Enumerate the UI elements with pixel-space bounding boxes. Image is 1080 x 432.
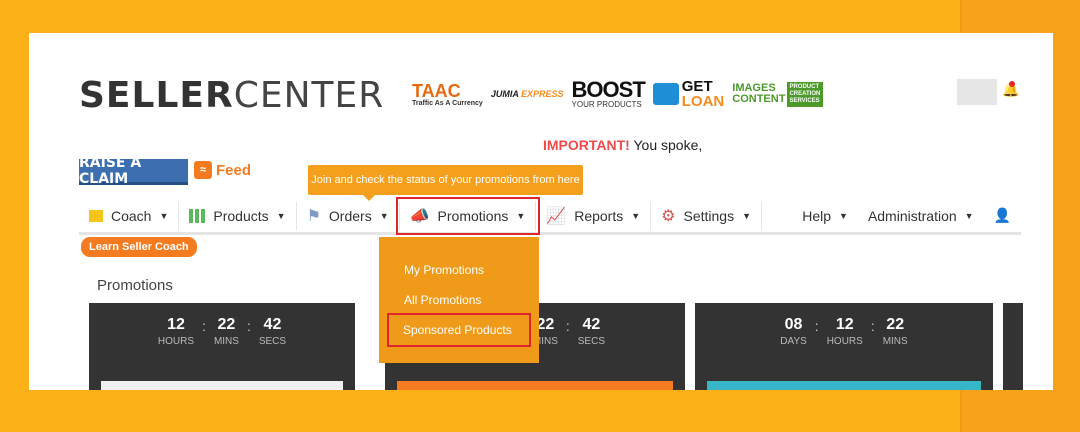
timer-value: 22 bbox=[536, 316, 555, 333]
loan-top-text: GET bbox=[681, 78, 713, 95]
timer-label: HOURS bbox=[157, 336, 195, 347]
nav-products-label: Products bbox=[213, 207, 269, 224]
nav-item-settings[interactable]: ⚙ Settings ▼ bbox=[651, 201, 763, 230]
get-loan-banner[interactable]: GET LOAN bbox=[652, 78, 725, 110]
nav-promotions-label: Promotions bbox=[437, 207, 509, 224]
timer-label: DAYS bbox=[780, 336, 807, 347]
nav-reports-label: Reports bbox=[574, 207, 624, 224]
important-notice[interactable]: IMPORTANT! You spoke, bbox=[543, 137, 702, 153]
nav-coach-label: Coach bbox=[111, 207, 152, 224]
jumia-express-banner[interactable]: JUMIA EXPRESS bbox=[490, 88, 564, 99]
partner-banners: TAAC Traffic As A Currency JUMIA EXPRESS… bbox=[412, 77, 824, 110]
promotion-card[interactable]: 08 DAYS : 12 HOURS : 22 MINS bbox=[695, 303, 993, 390]
images-bottom-text: CONTENT bbox=[732, 93, 786, 105]
timer-separator: : bbox=[814, 318, 819, 334]
user-alert-icon: 👤 bbox=[993, 207, 1011, 223]
promotion-card-partial[interactable] bbox=[1003, 303, 1023, 390]
product-creation-box: PRODUCT CREATION SERVICES bbox=[787, 81, 824, 107]
chart-icon: 📈 bbox=[546, 207, 567, 225]
nav-item-promotions[interactable]: 📣 Promotions ▼ bbox=[395, 196, 541, 235]
notice-text: You spoke, bbox=[629, 137, 703, 153]
boost-subtitle: YOUR PRODUCTS bbox=[571, 100, 642, 109]
dropdown-item-my-promotions[interactable]: My Promotions bbox=[379, 255, 539, 285]
feed-link[interactable]: ≈ Feed bbox=[194, 161, 251, 179]
chevron-down-icon: ▼ bbox=[159, 210, 169, 221]
boost-banner[interactable]: BOOST YOUR PRODUCTS bbox=[571, 77, 646, 109]
chevron-down-icon: ▼ bbox=[742, 210, 752, 221]
loan-bottom-text: LOAN bbox=[681, 93, 725, 110]
gear-icon: ⚙ bbox=[661, 207, 676, 225]
chevron-down-icon: ▼ bbox=[964, 210, 974, 221]
timer-value: 22 bbox=[217, 316, 236, 333]
nav-orders-label: Orders bbox=[328, 207, 372, 224]
timer-value: 42 bbox=[582, 316, 601, 333]
taac-banner[interactable]: TAAC Traffic As A Currency bbox=[412, 82, 483, 107]
timer-value: 12 bbox=[835, 316, 854, 333]
timer-label: HOURS bbox=[826, 336, 863, 347]
timer-label: MINS bbox=[213, 336, 239, 347]
notification-dot bbox=[1009, 81, 1015, 87]
feed-label: Feed bbox=[216, 161, 252, 179]
loan-icon bbox=[652, 83, 679, 105]
avatar[interactable] bbox=[957, 79, 997, 105]
images-content-banner[interactable]: IMAGES CONTENT PRODUCT CREATION SERVICES bbox=[732, 81, 824, 107]
learn-seller-coach-button[interactable]: Learn Seller Coach bbox=[81, 237, 197, 257]
timer-separator: : bbox=[565, 318, 570, 334]
timer-label: MINS bbox=[882, 336, 908, 347]
chevron-down-icon: ▼ bbox=[276, 210, 286, 221]
timer-separator: : bbox=[870, 318, 875, 334]
boost-title: BOOST bbox=[571, 77, 646, 102]
nav-item-coach[interactable]: Coach ▼ bbox=[79, 201, 180, 230]
nav-settings-label: Settings bbox=[683, 207, 735, 224]
timer-value: 08 bbox=[784, 316, 803, 333]
promotions-tooltip: Join and check the status of your promot… bbox=[308, 165, 583, 201]
dropdown-item-all-promotions[interactable]: All Promotions bbox=[379, 285, 539, 315]
promotion-banner bbox=[397, 381, 673, 390]
seller-center-logo[interactable]: SELLERCENTER bbox=[79, 75, 384, 116]
chevron-down-icon: ▼ bbox=[516, 210, 526, 221]
timer-value: 42 bbox=[263, 316, 282, 333]
main-nav: Coach ▼ Products ▼ ⚑ Orders ▼ 📣 Promotio… bbox=[79, 196, 1021, 235]
nav-administration-label: Administration bbox=[867, 207, 957, 224]
nav-right: Help ▼ Administration ▼ 👤 bbox=[792, 202, 1021, 230]
timer-separator: : bbox=[246, 318, 251, 334]
nav-item-products[interactable]: Products ▼ bbox=[179, 201, 297, 230]
nav-item-reports[interactable]: 📈 Reports ▼ bbox=[536, 201, 652, 230]
taac-title: TAAC bbox=[412, 80, 461, 101]
express-text: EXPRESS bbox=[521, 88, 564, 99]
promotions-dropdown: My Promotions All Promotions Sponsored P… bbox=[379, 237, 539, 363]
grid-icon bbox=[189, 208, 206, 223]
nav-item-orders[interactable]: ⚑ Orders ▼ bbox=[297, 201, 400, 230]
nav-item-user-alert[interactable]: 👤 bbox=[984, 202, 1021, 230]
promotion-banner bbox=[101, 381, 343, 390]
rss-icon: ≈ bbox=[194, 161, 212, 179]
page-title: Promotions bbox=[97, 277, 173, 294]
logo-light-text: CENTER bbox=[233, 75, 385, 116]
important-label: IMPORTANT! bbox=[543, 137, 630, 153]
nav-item-help[interactable]: Help ▼ bbox=[792, 202, 858, 230]
taac-subtitle: Traffic As A Currency bbox=[412, 99, 483, 107]
timer-label: SECS bbox=[258, 336, 287, 347]
timer-value: 22 bbox=[886, 316, 905, 333]
raise-claim-button[interactable]: RAISE A CLAIM bbox=[79, 155, 188, 187]
nav-item-administration[interactable]: Administration ▼ bbox=[858, 202, 984, 230]
timer-label: SECS bbox=[577, 336, 605, 347]
timer-value: 12 bbox=[167, 316, 185, 333]
tag-icon: ⚑ bbox=[306, 207, 321, 225]
megaphone-icon: 📣 bbox=[409, 207, 430, 225]
coach-icon bbox=[89, 209, 103, 222]
promotion-card[interactable]: 12 HOURS : 22 MINS : 42 SECS bbox=[89, 303, 355, 390]
dropdown-item-sponsored-products[interactable]: Sponsored Products bbox=[387, 313, 531, 347]
nav-help-label: Help bbox=[802, 207, 832, 224]
jumia-text: JUMIA bbox=[490, 88, 519, 99]
chevron-down-icon: ▼ bbox=[839, 210, 848, 221]
seller-center-window: SELLERCENTER TAAC Traffic As A Currency … bbox=[29, 33, 1053, 390]
chevron-down-icon: ▼ bbox=[631, 210, 641, 221]
promotion-banner bbox=[707, 381, 981, 390]
logo-bold-text: SELLER bbox=[79, 75, 234, 116]
timer-separator: : bbox=[202, 318, 206, 334]
chevron-down-icon: ▼ bbox=[379, 210, 389, 221]
